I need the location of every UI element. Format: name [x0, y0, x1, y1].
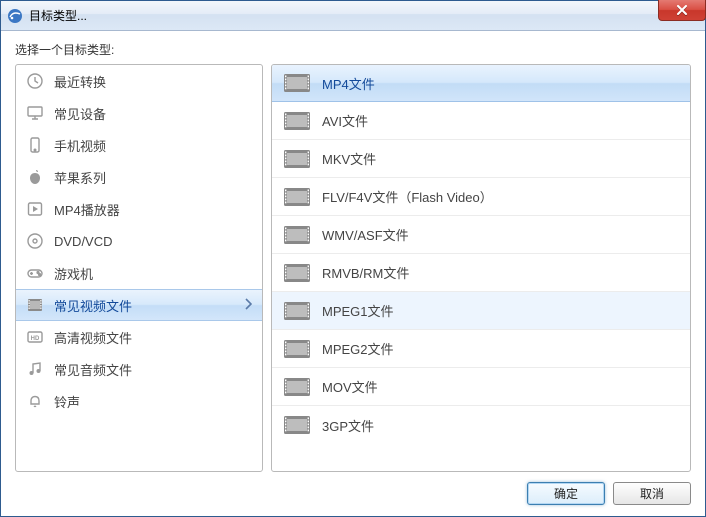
dialog-body: 选择一个目标类型: 最近转换常见设备手机视频苹果系列 MP4播放器 DVD/VCD 游…	[1, 31, 705, 516]
category-item[interactable]: HD 高清视频文件	[16, 321, 262, 353]
chevron-right-icon	[244, 298, 252, 313]
film-icon	[284, 149, 310, 169]
category-label: 常见设备	[54, 104, 106, 123]
film-icon	[284, 111, 310, 131]
svg-text:HD: HD	[31, 336, 40, 342]
music-icon	[26, 360, 44, 378]
category-item[interactable]: 常见视频文件	[16, 289, 262, 321]
format-item[interactable]: MOV文件	[272, 368, 690, 406]
film-icon	[284, 187, 310, 207]
format-item[interactable]: WMV/ASF文件	[272, 216, 690, 254]
category-pane: 最近转换常见设备手机视频苹果系列 MP4播放器 DVD/VCD 游戏机常见视频文件 HD…	[15, 64, 263, 472]
category-label: 手机视频	[54, 136, 106, 155]
category-item[interactable]: 常见设备	[16, 97, 262, 129]
monitor-icon	[26, 104, 44, 122]
dialog-footer: 确定 取消	[15, 472, 691, 508]
category-label: MP4播放器	[54, 200, 120, 219]
close-icon	[676, 5, 688, 15]
ok-button[interactable]: 确定	[527, 482, 605, 505]
apple-icon	[26, 168, 44, 186]
format-item[interactable]: FLV/F4V文件（Flash Video）	[272, 178, 690, 216]
format-label: MPEG1文件	[322, 301, 394, 320]
film-icon	[26, 296, 44, 314]
category-item[interactable]: 最近转换	[16, 65, 262, 97]
format-item[interactable]: MP4文件	[272, 65, 690, 102]
format-label: FLV/F4V文件（Flash Video）	[322, 187, 493, 206]
clock-icon	[26, 72, 44, 90]
film-icon	[284, 339, 310, 359]
category-label: 常见音频文件	[54, 360, 132, 379]
player-icon	[26, 200, 44, 218]
format-list: MP4文件 AVI文件 MKV文件 FLV/F4V文件（Flash Video） WMV…	[272, 65, 690, 471]
dialog-window: 目标类型... 选择一个目标类型: 最近转换常见设备手机视频苹果系列 MP4播放器…	[0, 0, 706, 517]
panes-container: 最近转换常见设备手机视频苹果系列 MP4播放器 DVD/VCD 游戏机常见视频文件 HD…	[15, 64, 691, 472]
film-icon	[284, 263, 310, 283]
category-label: 高清视频文件	[54, 328, 132, 347]
category-label: DVD/VCD	[54, 234, 113, 249]
category-item[interactable]: MP4播放器	[16, 193, 262, 225]
category-label: 最近转换	[54, 72, 106, 91]
category-item[interactable]: DVD/VCD	[16, 225, 262, 257]
category-list: 最近转换常见设备手机视频苹果系列 MP4播放器 DVD/VCD 游戏机常见视频文件 HD…	[16, 65, 262, 471]
category-item[interactable]: 游戏机	[16, 257, 262, 289]
category-label: 铃声	[54, 392, 80, 411]
format-item[interactable]: AVI文件	[272, 102, 690, 140]
prompt-label: 选择一个目标类型:	[15, 41, 691, 58]
window-title: 目标类型...	[29, 7, 87, 24]
format-label: MOV文件	[322, 377, 378, 396]
category-item[interactable]: 手机视频	[16, 129, 262, 161]
format-item[interactable]: MKV文件	[272, 140, 690, 178]
film-icon	[284, 301, 310, 321]
category-label: 常见视频文件	[54, 296, 132, 315]
disc-icon	[26, 232, 44, 250]
format-label: AVI文件	[322, 111, 368, 130]
format-item[interactable]: MPEG2文件	[272, 330, 690, 368]
film-icon	[284, 377, 310, 397]
format-item[interactable]: MPEG1文件	[272, 292, 690, 330]
category-label: 苹果系列	[54, 168, 106, 187]
category-item[interactable]: 常见音频文件	[16, 353, 262, 385]
format-label: MKV文件	[322, 149, 376, 168]
phone-icon	[26, 136, 44, 154]
format-label: MPEG2文件	[322, 339, 394, 358]
bell-icon	[26, 392, 44, 410]
film-icon	[284, 73, 310, 93]
format-label: 3GP文件	[322, 416, 374, 435]
hd-icon: HD	[26, 328, 44, 346]
format-item[interactable]: 3GP文件	[272, 406, 690, 444]
close-button[interactable]	[658, 0, 706, 21]
category-item[interactable]: 苹果系列	[16, 161, 262, 193]
film-icon	[284, 415, 310, 435]
format-label: MP4文件	[322, 74, 375, 93]
format-label: WMV/ASF文件	[322, 225, 409, 244]
titlebar: 目标类型...	[1, 1, 705, 31]
format-pane: MP4文件 AVI文件 MKV文件 FLV/F4V文件（Flash Video） WMV…	[271, 64, 691, 472]
category-label: 游戏机	[54, 264, 93, 283]
category-item[interactable]: 铃声	[16, 385, 262, 417]
format-label: RMVB/RM文件	[322, 263, 409, 282]
cancel-button[interactable]: 取消	[613, 482, 691, 505]
gamepad-icon	[26, 264, 44, 282]
format-item[interactable]: RMVB/RM文件	[272, 254, 690, 292]
film-icon	[284, 225, 310, 245]
app-icon	[7, 8, 23, 24]
